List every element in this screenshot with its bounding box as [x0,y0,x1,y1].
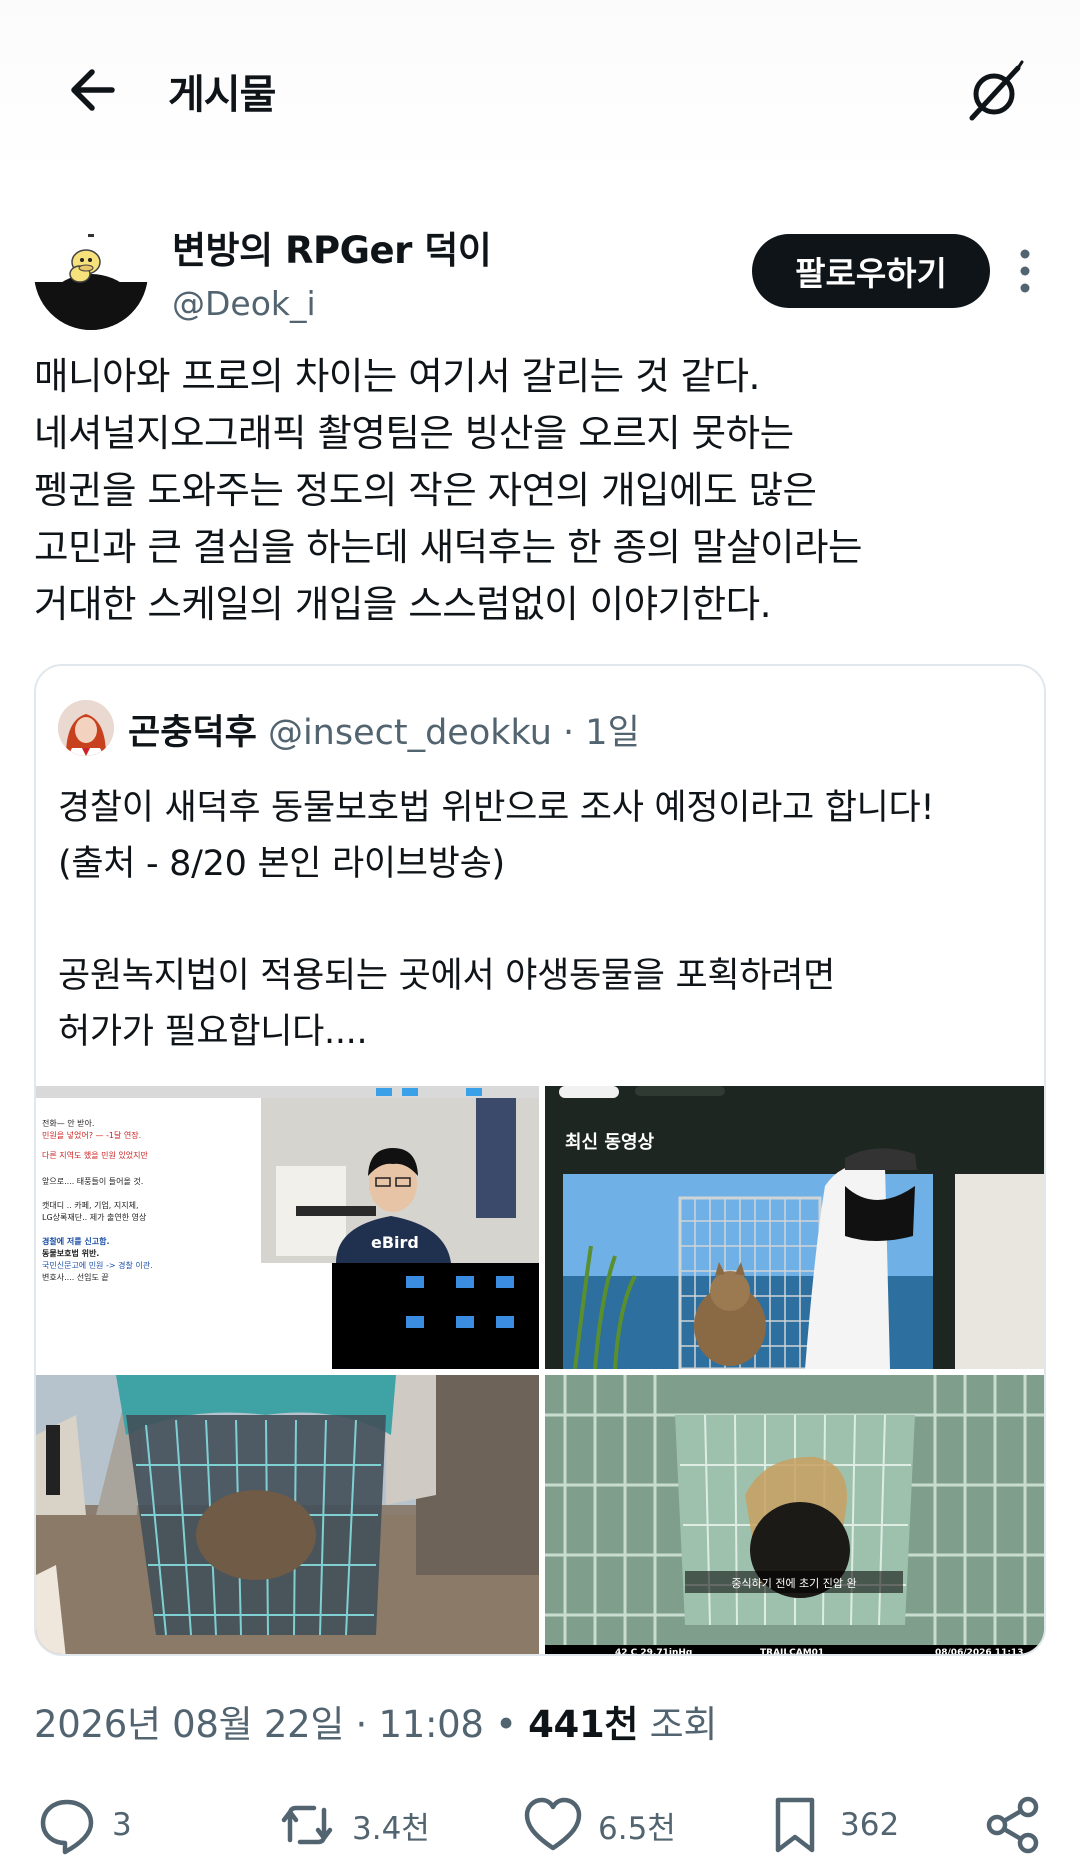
video-subtitle: 중식하기 전에 초기 진압 완 [731,1576,856,1590]
svg-text:LG상록재단.. 제가 출연한 영상: LG상록재단.. 제가 출연한 영상 [42,1212,147,1222]
reply-count: 3 [112,1807,132,1843]
bookmark-button[interactable]: 362 [764,1790,899,1860]
media-image-cage-outdoor[interactable] [36,1375,539,1654]
quoted-line: 허가가 필요합니다.... [58,1012,368,1052]
svg-text:경찰에 저를 신고함.: 경찰에 저를 신고함. [42,1236,110,1246]
svg-text:민원을 넣었어? — -1달 연장.: 민원을 넣었어? — -1달 연장. [42,1130,141,1140]
bookmark-count: 362 [840,1807,900,1843]
svg-text:08/06/2026 11:13: 08/06/2026 11:13 [935,1648,1023,1656]
svg-text:전화— 안 받아.: 전화— 안 받아. [42,1118,94,1128]
media-grid: eBird 전화— 안 받아. 민원을 넣었어? — -1달 연장. 다른 지역… [36,1086,1044,1656]
quoted-author-handle[interactable]: @insect_deokku [268,713,552,753]
latest-videos-label: 최신 동영상 [565,1132,655,1153]
post-line: 고민과 큰 결심을 하는데 새덕후는 한 종의 말살이라는 [34,525,862,569]
like-count: 6.5천 [598,1810,676,1847]
post-line: 네셔널지오그래픽 촬영팀은 빙산을 오르지 못하는 [34,411,794,455]
more-options-icon[interactable] [1008,244,1042,298]
separator: • [483,1703,529,1746]
svg-text:국민신문고에 민원 -> 경찰 이관.: 국민신문고에 민원 -> 경찰 이관. [42,1260,153,1270]
quoted-line [58,892,1038,948]
svg-text:다른 지역도 했을 민원 있었지만: 다른 지역도 했을 민원 있었지만 [42,1150,148,1160]
svg-text:캣대디 .. 카페, 기업, 지지체,: 캣대디 .. 카페, 기업, 지지체, [42,1200,139,1210]
quoted-header: 곤충덕후 @insect_deokku · 1일 [128,704,640,755]
reply-button[interactable]: 3 [36,1790,132,1860]
svg-text:42 C 29.71inHg: 42 C 29.71inHg [615,1648,692,1656]
view-count[interactable]: 441천 [528,1703,638,1746]
media-image-trailcam[interactable]: 중식하기 전에 초기 진압 완 42 C 29.71inHg TRAILCAM0… [545,1375,1044,1656]
quoted-line: 공원녹지법이 적용되는 곳에서 야생동물을 포획하려면 [58,956,836,996]
quoted-author-name[interactable]: 곤충덕후 [128,713,257,753]
author-name[interactable]: 변방의 RPGer 덕이 [172,220,492,274]
media-image-cat-trap[interactable]: 최신 동영상 [545,1086,1044,1369]
like-button[interactable]: 6.5천 [522,1790,676,1860]
views-label: 조회 [638,1703,718,1746]
bookmark-icon [775,1797,815,1853]
quoted-line: 경찰이 새덕후 동물보호법 위반으로 조사 예정이라고 합니다! [58,788,935,828]
post-line: 거대한 스케일의 개입을 스스럼없이 이야기한다. [34,582,772,626]
quoted-line: (출처 - 8/20 본인 라이브방송) [58,844,505,884]
quoted-avatar[interactable] [58,700,114,756]
back-arrow-icon[interactable] [62,60,122,120]
action-bar: 3 3.4천 6.5천 362 [0,1790,1080,1862]
heart-icon [524,1797,582,1851]
post-time[interactable]: 11:08 [378,1703,483,1746]
trailcam-bar: 42 C 29.71inHg TRAILCAM01 08/06/2026 11:… [615,1648,1023,1656]
post-line: 펭귄을 도와주는 정도의 작은 자연의 개입에도 많은 [34,468,817,512]
share-icon [986,1796,1039,1854]
separator: · [344,1703,379,1746]
retweet-icon [281,1805,333,1845]
post-body: 매니아와 프로의 차이는 여기서 갈리는 것 같다. 네셔널지오그래픽 촬영팀은… [34,348,1044,633]
author-handle[interactable]: @Deok_i [172,284,316,323]
quoted-body: 경찰이 새덕후 동물보호법 위반으로 조사 예정이라고 합니다! (출처 - 8… [58,780,1038,1060]
svg-text:앞으로.... 태풍들이 들어올 것.: 앞으로.... 태풍들이 들어올 것. [42,1176,143,1186]
avatar[interactable] [34,216,148,330]
post-line: 매니아와 프로의 차이는 여기서 갈리는 것 같다. [34,354,760,398]
media-image-livestream[interactable]: eBird 전화— 안 받아. 민원을 넣었어? — -1달 연장. 다른 지역… [36,1086,539,1369]
post-date[interactable]: 2026년 08월 22일 [34,1703,344,1746]
svg-text:동물보호법 위반.: 동물보호법 위반. [42,1248,99,1258]
quoted-post[interactable]: 곤충덕후 @insect_deokku · 1일 경찰이 새덕후 동물보호법 위… [34,664,1046,1656]
post-meta: 2026년 08월 22일 · 11:08 • 441천 조회 [34,1694,717,1748]
separator: · [551,713,586,753]
follow-button[interactable]: 팔로우하기 [752,234,990,308]
retweet-count: 3.4천 [352,1810,430,1847]
svg-text:변호사.... 선임도 끝: 변호사.... 선임도 끝 [42,1272,109,1282]
share-button[interactable] [982,1790,1044,1860]
reply-icon [40,1799,94,1855]
retweet-button[interactable]: 3.4천 [276,1790,430,1860]
grok-icon[interactable] [960,58,1028,126]
top-bar: 게시물 [0,0,1080,180]
shirt-text: eBird [371,1233,419,1252]
quoted-timestamp[interactable]: 1일 [585,713,639,753]
svg-text:TRAILCAM01: TRAILCAM01 [760,1648,824,1656]
page-title: 게시물 [168,72,276,118]
